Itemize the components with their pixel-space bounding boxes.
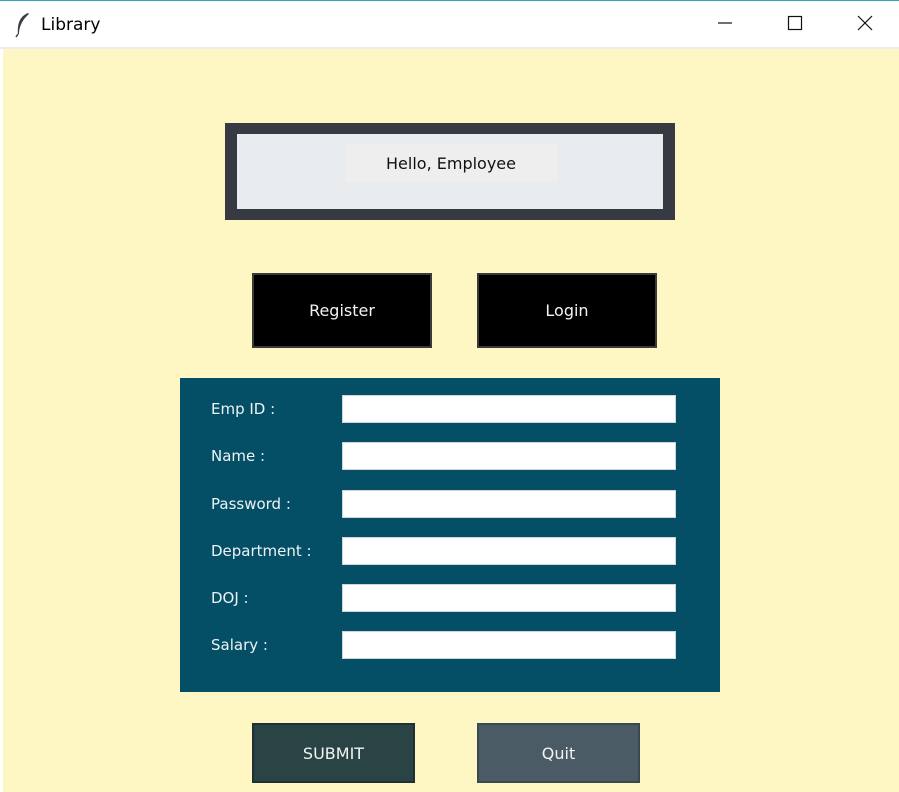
minimize-button[interactable] <box>690 2 760 48</box>
greeting-frame: Hello, Employee <box>225 123 675 220</box>
feather-icon <box>14 12 32 38</box>
name-label: Name : <box>211 447 266 465</box>
salary-input[interactable] <box>342 631 676 659</box>
close-button[interactable] <box>830 2 899 48</box>
greeting-label: Hello, Employee <box>345 144 557 182</box>
greeting-panel: Hello, Employee <box>237 134 663 209</box>
emp-id-label: Emp ID : <box>211 400 276 418</box>
maximize-button[interactable] <box>760 2 830 48</box>
register-button[interactable]: Register <box>252 273 432 348</box>
window-title: Library <box>41 15 101 35</box>
doj-input[interactable] <box>342 584 676 612</box>
client-area: Hello, Employee Register Login Emp ID : … <box>3 49 899 792</box>
employee-form: Emp ID : Name : Password : Department : … <box>180 378 720 692</box>
salary-label: Salary : <box>211 636 268 654</box>
doj-label: DOJ : <box>211 589 249 607</box>
password-input[interactable] <box>342 490 676 518</box>
minimize-icon <box>717 15 733 35</box>
submit-button[interactable]: SUBMIT <box>252 723 415 783</box>
quit-button[interactable]: Quit <box>477 723 640 783</box>
title-bar[interactable]: Library <box>0 2 899 48</box>
maximize-icon <box>787 15 803 35</box>
close-icon <box>857 15 873 35</box>
department-label: Department : <box>211 542 312 560</box>
name-input[interactable] <box>342 442 676 470</box>
app-window: Library Hello, Employee Register Login E… <box>0 0 899 792</box>
login-button[interactable]: Login <box>477 273 657 348</box>
emp-id-input[interactable] <box>342 395 676 423</box>
department-input[interactable] <box>342 537 676 565</box>
password-label: Password : <box>211 495 291 513</box>
